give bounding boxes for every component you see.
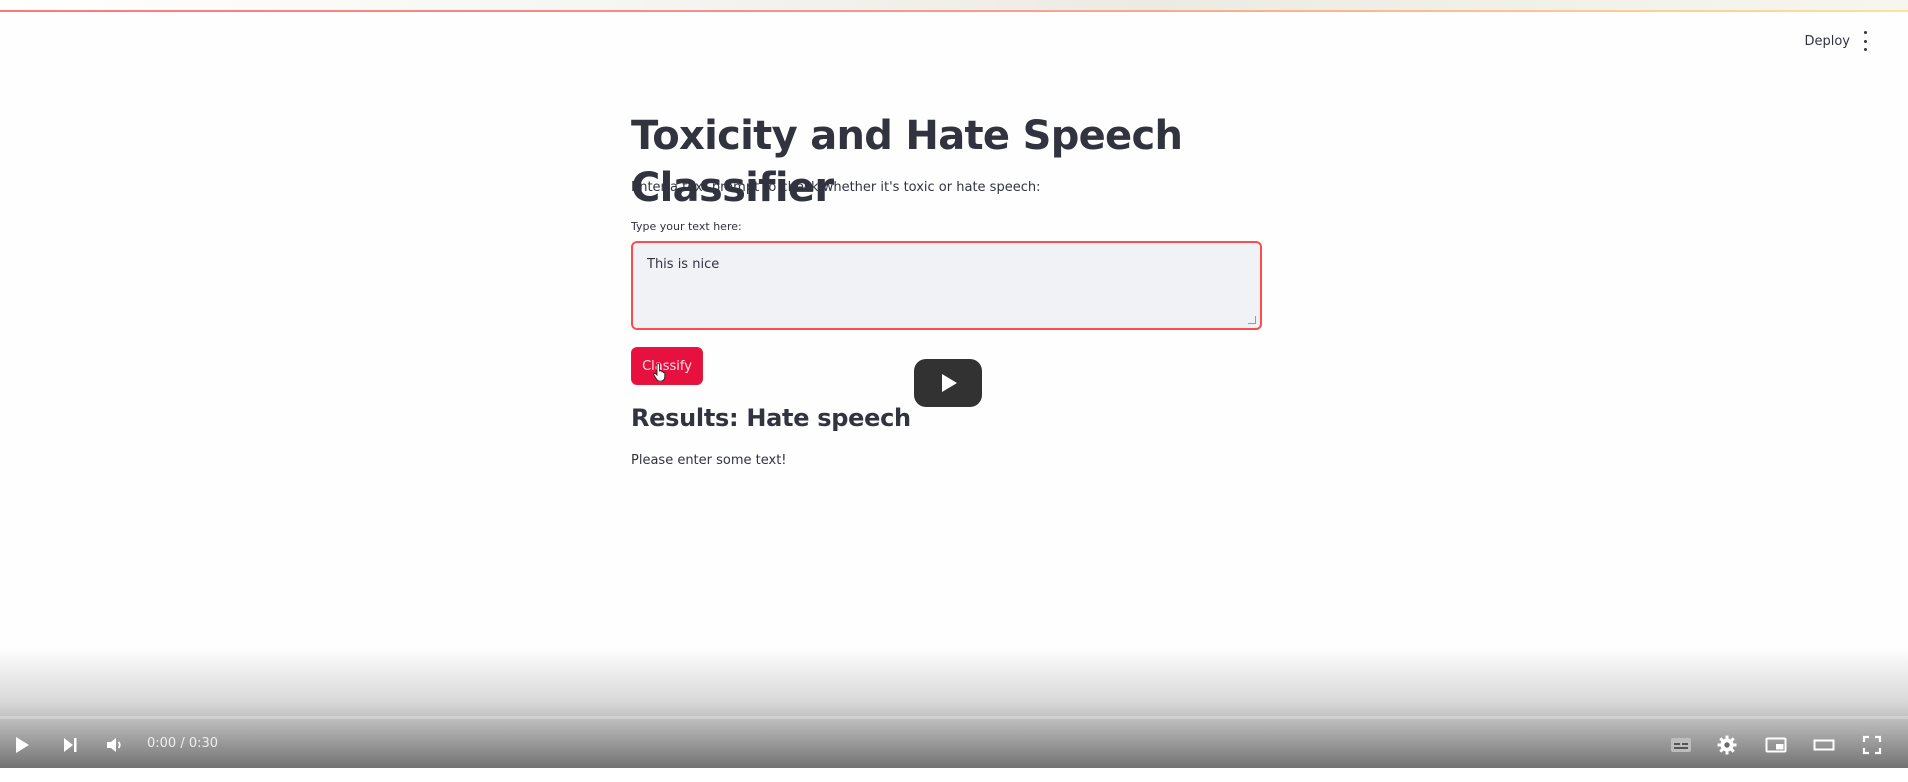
- instructions-text: Enter a text prompt to check whether it'…: [631, 180, 1041, 195]
- settings-button[interactable]: [1707, 722, 1747, 767]
- volume-button[interactable]: [95, 722, 135, 767]
- fullscreen-icon: [1862, 735, 1882, 754]
- next-icon: [64, 737, 77, 752]
- theater-button[interactable]: [1804, 722, 1844, 767]
- status-message: Please enter some text!: [631, 453, 787, 468]
- text-input-value: This is nice: [647, 257, 720, 272]
- settings-icon: [1717, 735, 1737, 754]
- large-play-button[interactable]: [914, 359, 982, 407]
- play-icon: [16, 736, 29, 753]
- page-title: Toxicity and Hate Speech Classifier: [631, 113, 1183, 211]
- classify-button[interactable]: Classify: [631, 347, 703, 385]
- time-display: 0:00 / 0:30: [147, 736, 219, 751]
- main-menu-icon[interactable]: [1859, 31, 1871, 51]
- player-controls: 0:00 / 0:30: [0, 722, 1908, 767]
- subtitles-button[interactable]: [1661, 722, 1701, 767]
- play-button[interactable]: [2, 722, 42, 767]
- volume-icon: [107, 737, 121, 752]
- video-frame[interactable]: Deploy Toxicity and Hate Speech Classifi…: [0, 0, 1908, 782]
- deploy-button[interactable]: Deploy: [1804, 34, 1850, 49]
- next-button[interactable]: [50, 722, 90, 767]
- miniplayer-icon: [1765, 737, 1787, 752]
- main-content: Toxicity and Hate Speech Classifier Ente…: [631, 110, 1266, 468]
- progress-bar[interactable]: [0, 716, 1908, 719]
- top-decoration-line: [0, 10, 1908, 12]
- fullscreen-button[interactable]: [1852, 722, 1892, 767]
- text-input-label: Type your text here:: [631, 220, 742, 233]
- play-icon-large: [942, 374, 957, 392]
- subtitles-icon: [1671, 737, 1691, 752]
- resize-handle-icon[interactable]: [1248, 316, 1256, 324]
- page-bottom-strip: [0, 768, 1908, 782]
- results-heading: Results: Hate speech: [631, 404, 911, 432]
- miniplayer-button[interactable]: [1756, 722, 1796, 767]
- hand-cursor-icon: [653, 363, 667, 381]
- text-input[interactable]: This is nice: [631, 241, 1262, 330]
- theater-icon: [1813, 739, 1835, 750]
